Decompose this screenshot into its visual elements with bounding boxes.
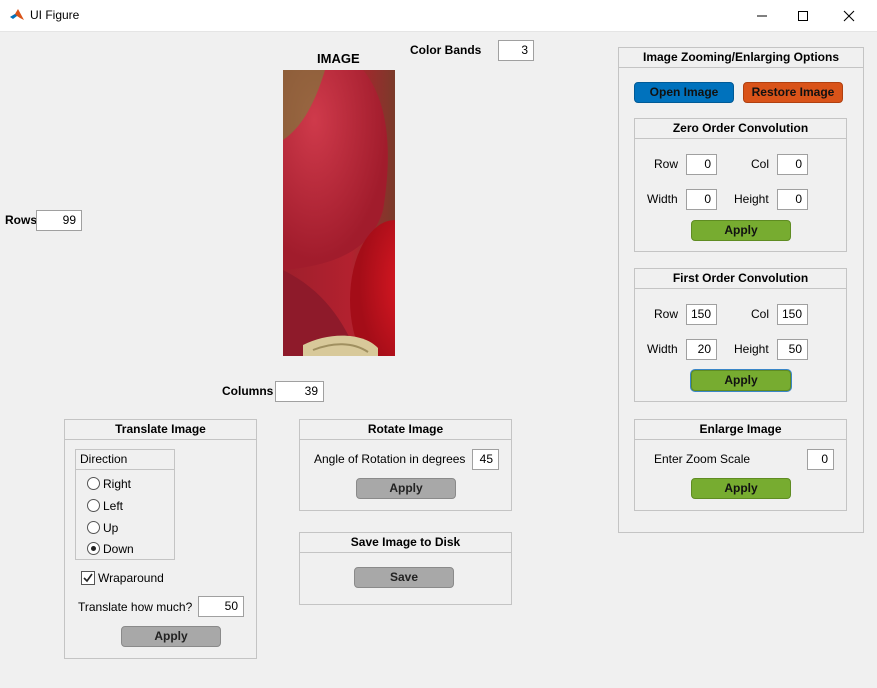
color-bands-field[interactable]: 3 bbox=[498, 40, 534, 61]
rotate-title: Rotate Image bbox=[300, 420, 511, 440]
minimize-icon bbox=[757, 15, 767, 16]
rotate-angle-field[interactable]: 45 bbox=[472, 449, 499, 470]
first-width-field[interactable]: 20 bbox=[686, 339, 717, 360]
zero-apply-button[interactable]: Apply bbox=[691, 220, 791, 241]
first-col-label: Col bbox=[751, 307, 770, 321]
zero-col-label: Col bbox=[751, 157, 770, 171]
close-icon bbox=[843, 10, 855, 21]
zero-order-title: Zero Order Convolution bbox=[635, 119, 846, 139]
rotate-apply-button[interactable]: Apply bbox=[356, 478, 456, 499]
zero-height-label: Height bbox=[734, 192, 769, 206]
first-height-field[interactable]: 50 bbox=[777, 339, 808, 360]
close-button[interactable] bbox=[826, 0, 872, 31]
minimize-button[interactable] bbox=[739, 0, 785, 31]
image-title: IMAGE bbox=[317, 51, 360, 66]
zero-col-field[interactable]: 0 bbox=[777, 154, 808, 175]
save-button[interactable]: Save bbox=[354, 567, 454, 588]
rotate-angle-label: Angle of Rotation in degrees bbox=[314, 452, 466, 466]
window-title: UI Figure bbox=[30, 8, 80, 22]
matlab-icon bbox=[10, 9, 24, 20]
direction-left-radio[interactable] bbox=[87, 499, 100, 512]
enlarge-apply-button[interactable]: Apply bbox=[691, 478, 791, 499]
first-width-label: Width bbox=[647, 342, 678, 356]
rows-label: Rows bbox=[5, 213, 38, 227]
direction-up-radio[interactable] bbox=[87, 521, 100, 534]
first-order-title: First Order Convolution bbox=[635, 269, 846, 289]
enlarge-title: Enlarge Image bbox=[635, 420, 846, 440]
first-col-field[interactable]: 150 bbox=[777, 304, 808, 325]
rows-field[interactable]: 99 bbox=[36, 210, 82, 231]
maximize-icon bbox=[798, 10, 808, 21]
columns-label: Columns bbox=[222, 384, 274, 398]
zero-height-field[interactable]: 0 bbox=[777, 189, 808, 210]
open-image-button[interactable]: Open Image bbox=[634, 82, 734, 103]
direction-title: Direction bbox=[80, 452, 128, 466]
image-preview bbox=[283, 70, 395, 356]
translate-apply-button[interactable]: Apply bbox=[121, 626, 221, 647]
first-height-label: Height bbox=[734, 342, 769, 356]
zoom-scale-label: Enter Zoom Scale bbox=[654, 452, 751, 466]
save-title: Save Image to Disk bbox=[300, 533, 511, 553]
zoom-options-title: Image Zooming/Enlarging Options bbox=[619, 48, 863, 68]
translate-amount-field[interactable]: 50 bbox=[198, 596, 244, 617]
zero-row-label: Row bbox=[654, 157, 679, 171]
first-row-label: Row bbox=[654, 307, 679, 321]
direction-up-label: Up bbox=[103, 521, 119, 535]
title-bar: UI Figure bbox=[0, 0, 877, 32]
zero-row-field[interactable]: 0 bbox=[686, 154, 717, 175]
direction-left-label: Left bbox=[103, 499, 124, 513]
zoom-scale-field[interactable]: 0 bbox=[807, 449, 834, 470]
direction-down-label: Down bbox=[103, 542, 134, 556]
maximize-button[interactable] bbox=[780, 0, 826, 31]
wraparound-label: Wraparound bbox=[98, 571, 164, 585]
color-bands-label: Color Bands bbox=[410, 43, 482, 57]
first-row-field[interactable]: 150 bbox=[686, 304, 717, 325]
direction-divider bbox=[76, 469, 174, 470]
direction-down-radio[interactable] bbox=[87, 542, 100, 555]
translate-amount-label: Translate how much? bbox=[78, 600, 193, 614]
restore-image-button[interactable]: Restore Image bbox=[743, 82, 843, 103]
translate-title: Translate Image bbox=[65, 420, 256, 440]
first-apply-button[interactable]: Apply bbox=[691, 370, 791, 391]
zero-width-label: Width bbox=[647, 192, 678, 206]
direction-right-label: Right bbox=[103, 477, 132, 491]
columns-field[interactable]: 39 bbox=[275, 381, 324, 402]
zero-width-field[interactable]: 0 bbox=[686, 189, 717, 210]
direction-right-radio[interactable] bbox=[87, 477, 100, 490]
wraparound-checkbox[interactable] bbox=[81, 571, 95, 585]
radio-selected-dot bbox=[91, 546, 96, 551]
